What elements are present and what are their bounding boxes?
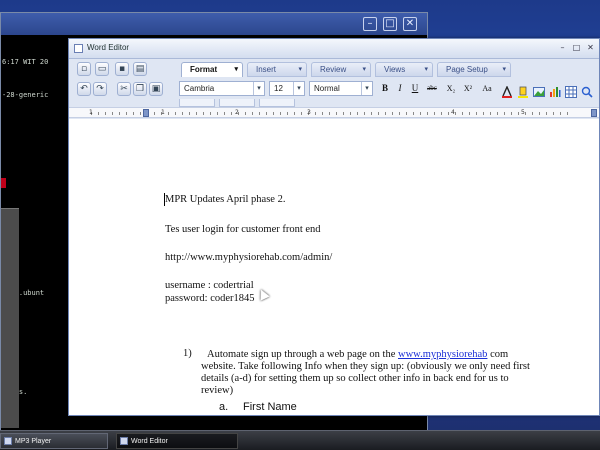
text-caret: [164, 193, 165, 206]
tab-page-setup[interactable]: Page Setup ▾: [437, 62, 511, 77]
list-number: 1): [183, 348, 192, 359]
sub-list-text: First Name: [243, 401, 297, 413]
document-icon: [74, 44, 83, 53]
tab-insert[interactable]: Insert ▾: [247, 62, 307, 77]
highlight-icon[interactable]: [517, 83, 529, 98]
ruler[interactable]: 1 1 2 3 4 5: [69, 107, 599, 118]
window-title: Word Editor: [87, 43, 130, 52]
change-case-button[interactable]: Aa: [479, 82, 495, 95]
italic-button[interactable]: I: [394, 82, 406, 95]
maximize-icon[interactable]: □: [571, 43, 582, 54]
taskbar-item-mp3-player[interactable]: MP3 Player: [0, 433, 108, 449]
doc-password: password: coder1845: [165, 293, 255, 304]
chevron-down-icon: ▾: [293, 82, 304, 95]
list-item-text: com: [487, 349, 509, 360]
terminal-titlebar[interactable]: – □ ✕: [1, 13, 427, 35]
tab-review[interactable]: Review ▾: [311, 62, 371, 77]
maximize-icon[interactable]: □: [383, 17, 397, 31]
bold-button[interactable]: B: [379, 82, 391, 95]
taskbar-item-label: MP3 Player: [15, 438, 52, 445]
list-item-line: review): [201, 385, 234, 396]
chevron-down-icon: ▾: [298, 66, 302, 73]
font-family-value: Cambria: [184, 84, 215, 93]
subscript-button[interactable]: X₂: [444, 82, 458, 95]
word-editor-window[interactable]: Word Editor – □ ✕ ▫ ▭ ▪ ▤ Format ▾ Insert…: [68, 38, 600, 416]
text-color-icon[interactable]: [501, 83, 513, 98]
ruler-number: 1: [161, 109, 165, 116]
tab-label: Views: [384, 65, 406, 74]
font-family-select[interactable]: Cambria ▾: [179, 81, 265, 96]
copy-icon[interactable]: ❐: [133, 82, 147, 96]
ruler-number: 5: [521, 109, 525, 116]
chevron-down-icon: ▾: [502, 66, 506, 73]
list-item-line: Automate sign up through a web page on t…: [207, 348, 508, 361]
subtab-strip: [69, 99, 599, 107]
font-size-value: 12: [274, 84, 283, 93]
find-icon[interactable]: [581, 83, 593, 98]
save-icon[interactable]: ▪: [115, 62, 129, 76]
ruler-number: 1: [89, 109, 93, 116]
terminal-cursor: [1, 178, 6, 188]
ruler-number: 4: [451, 109, 455, 116]
taskbar: MP3 Player Word Editor: [0, 430, 600, 450]
taskbar-item-label: Word Editor: [131, 438, 168, 445]
insert-chart-icon[interactable]: [549, 83, 561, 97]
list-item-line: details (a-d) for setting them up so col…: [201, 373, 509, 384]
minimize-icon[interactable]: –: [557, 43, 568, 54]
ruler-number: 2: [235, 109, 239, 116]
doc-paragraph: Tes user login for customer front end: [165, 224, 321, 235]
chevron-down-icon: ▾: [234, 66, 238, 73]
chevron-down-icon: ▾: [362, 66, 366, 73]
subtab[interactable]: [219, 99, 255, 107]
ruler-number: 3: [307, 109, 311, 116]
document-page[interactable]: MPR Updates April phase 2. Tes user logi…: [69, 119, 599, 415]
open-icon[interactable]: ▭: [95, 62, 109, 76]
new-document-icon[interactable]: ▫: [77, 62, 91, 76]
right-margin-marker-icon[interactable]: [591, 109, 597, 117]
subtab[interactable]: [179, 99, 215, 107]
tab-format[interactable]: Format ▾: [181, 62, 243, 77]
close-icon[interactable]: ✕: [403, 17, 417, 31]
taskbar-item-word-editor[interactable]: Word Editor: [116, 433, 238, 449]
tab-label: Insert: [256, 65, 277, 74]
tab-label: Format: [190, 65, 218, 74]
doc-username: username : codertrial: [165, 280, 254, 291]
subtab[interactable]: [259, 99, 295, 107]
toolbar-format: ↶ ↷ ✂ ❐ ▣ Cambria ▾ 12 ▾ Normal ▾ B I U …: [69, 79, 599, 99]
style-value: Normal: [314, 84, 340, 93]
list-item-line: website. Take following Info when they s…: [201, 361, 530, 372]
redo-icon[interactable]: ↷: [93, 82, 107, 96]
chevron-down-icon: ▾: [361, 82, 372, 95]
close-icon[interactable]: ✕: [585, 43, 596, 54]
side-panel: [1, 208, 19, 428]
superscript-button[interactable]: X²: [461, 82, 475, 95]
cut-icon[interactable]: ✂: [117, 82, 131, 96]
insert-image-icon[interactable]: [533, 83, 545, 97]
tab-views[interactable]: Views ▾: [375, 62, 433, 77]
chevron-down-icon: ▾: [424, 66, 428, 73]
music-icon: [4, 437, 12, 445]
strikethrough-button[interactable]: abc: [424, 82, 440, 95]
insert-table-icon[interactable]: [565, 83, 577, 98]
font-size-select[interactable]: 12 ▾: [269, 81, 305, 96]
sub-list-marker: a.: [219, 401, 229, 413]
paste-icon[interactable]: ▣: [149, 82, 163, 96]
document-icon: [120, 437, 128, 445]
underline-button[interactable]: U: [409, 82, 421, 95]
toolbar-top: ▫ ▭ ▪ ▤ Format ▾ Insert ▾ Review ▾ Views ▾ P…: [69, 59, 599, 79]
chevron-down-icon: ▾: [253, 82, 264, 95]
indent-marker-icon[interactable]: [143, 109, 149, 117]
doc-heading: MPR Updates April phase 2.: [165, 194, 286, 205]
editor-titlebar[interactable]: Word Editor – □ ✕: [69, 39, 599, 59]
website-link[interactable]: www.myphysiorehab: [398, 349, 487, 360]
list-item-text: Automate sign up through a web page on t…: [207, 349, 398, 360]
undo-icon[interactable]: ↶: [77, 82, 91, 96]
minimize-icon[interactable]: –: [363, 17, 377, 31]
print-icon[interactable]: ▤: [133, 62, 147, 76]
style-select[interactable]: Normal ▾: [309, 81, 373, 96]
tab-label: Review: [320, 65, 347, 74]
doc-url: http://www.myphysiorehab.com/admin/: [165, 252, 333, 263]
tab-label: Page Setup: [446, 65, 488, 74]
